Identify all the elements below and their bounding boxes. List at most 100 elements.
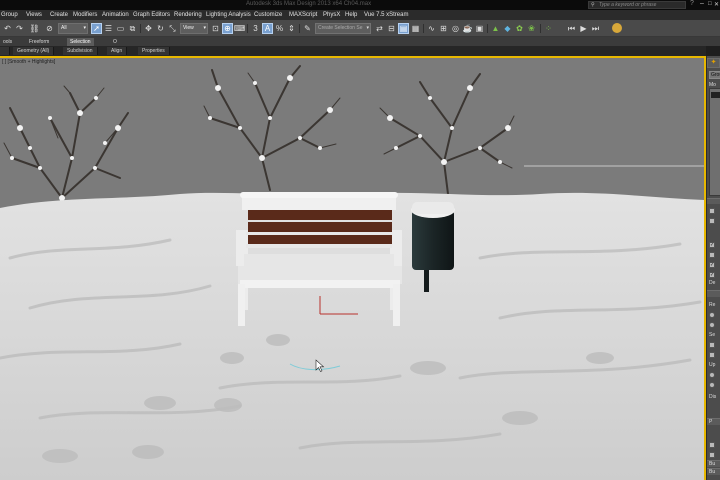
vue-xstream-icon[interactable]: ▲ — [490, 23, 501, 34]
panel-subdivision[interactable]: Subdivision — [63, 47, 98, 55]
reference-coordinate-value: View — [183, 25, 194, 31]
checkbox[interactable]: ✓ — [709, 272, 715, 278]
checkbox[interactable] — [709, 452, 715, 458]
tab-object-paint[interactable]: O — [110, 38, 120, 46]
panel-properties[interactable]: Properties — [138, 47, 170, 55]
unlink-icon[interactable]: ⊘ — [44, 23, 55, 34]
menu-animation[interactable]: Animation — [102, 12, 129, 18]
checkbox[interactable] — [709, 252, 715, 258]
checkbox[interactable] — [709, 442, 715, 448]
named-selection-sets-field[interactable]: Create Selection Se ▾ — [315, 23, 371, 34]
window-crossing-icon[interactable]: ⧉ — [127, 23, 138, 34]
menu-rendering[interactable]: Rendering — [174, 12, 202, 18]
goto-end-icon[interactable]: ⏭ — [590, 23, 601, 34]
select-object-icon[interactable]: ➚ — [91, 23, 102, 34]
select-and-scale-icon[interactable]: ⤡ — [167, 23, 178, 34]
help-icon[interactable]: ? — [690, 0, 694, 7]
menu-maxscript[interactable]: MAXScript — [289, 12, 317, 18]
keyboard-shortcut-toggle-icon[interactable]: ⌨ — [234, 23, 246, 34]
rollup-header-bu-2[interactable]: Bu — [707, 468, 720, 475]
ribbon-panel-stub — [0, 47, 10, 55]
rendered-frame-window-icon[interactable]: ▣ — [474, 23, 485, 34]
spinner-snap-toggle-icon[interactable]: ⇕ — [286, 23, 297, 34]
pivot-center-icon[interactable]: ⊡ — [210, 23, 221, 34]
checkbox[interactable]: ✓ — [709, 242, 715, 248]
menu-create[interactable]: Create — [50, 12, 68, 18]
render-setup-icon[interactable]: ☕ — [462, 23, 473, 34]
rollup-label-re: Re — [709, 302, 716, 308]
edit-named-selection-icon[interactable]: ✎ — [302, 23, 313, 34]
rollup-header-p[interactable]: P — [707, 418, 720, 425]
reference-coordinate-dropdown[interactable]: View ▾ — [180, 23, 208, 34]
schematic-view-icon[interactable]: ⊞ — [438, 23, 449, 34]
ribbon-panel: Geometry (All) Subdivision Align Propert… — [0, 46, 706, 56]
checkbox[interactable] — [709, 352, 715, 358]
select-and-manipulate-icon[interactable]: ⊕ — [222, 23, 233, 34]
modifier-stack-list[interactable] — [709, 88, 720, 196]
minimize-button[interactable]: – — [700, 0, 704, 7]
list-item[interactable] — [711, 92, 720, 98]
radio-button[interactable] — [709, 322, 715, 328]
redo-icon[interactable]: ↷ — [14, 23, 25, 34]
checkbox[interactable]: ✓ — [709, 262, 715, 268]
align-icon[interactable]: ⊟ — [386, 23, 397, 34]
object-name-field[interactable]: Grou — [709, 71, 720, 79]
radio-button[interactable] — [709, 312, 715, 318]
tab-tools[interactable]: ools — [0, 38, 15, 46]
undo-icon[interactable]: ↶ — [2, 23, 13, 34]
menu-graph-editors[interactable]: Graph Editors — [133, 12, 170, 18]
selection-filter-dropdown[interactable]: All ▾ — [58, 23, 88, 34]
rect-selection-region-icon[interactable]: ▭ — [115, 23, 126, 34]
menu-lighting-analysis[interactable]: Lighting Analysis — [206, 12, 251, 18]
maximize-button[interactable]: □ — [708, 1, 712, 7]
tab-selection[interactable]: Selection — [67, 38, 94, 46]
tab-freeform[interactable]: Freeform — [26, 38, 52, 46]
panel-geometry-all[interactable]: Geometry (All) — [13, 47, 55, 55]
checkbox[interactable] — [709, 208, 715, 214]
graphite-ribbon-icon[interactable]: ▦ — [410, 23, 421, 34]
material-editor-icon[interactable]: ◎ — [450, 23, 461, 34]
select-and-rotate-icon[interactable]: ↻ — [155, 23, 166, 34]
percent-snap-toggle-icon[interactable]: % — [274, 23, 285, 34]
menu-customize[interactable]: Customize — [254, 12, 282, 18]
vue-environment-icon[interactable]: ◆ — [502, 23, 513, 34]
chevron-down-icon: ▾ — [366, 25, 369, 31]
vue-atmosphere-icon[interactable]: ❀ — [526, 23, 537, 34]
menu-modifiers[interactable]: Modifiers — [73, 12, 97, 18]
toolbar-divider — [487, 24, 488, 33]
vue-plant-icon[interactable]: ✿ — [514, 23, 525, 34]
command-panel-tab-icon[interactable]: ✦ — [707, 58, 720, 68]
close-button[interactable]: ✕ — [714, 1, 719, 8]
snaps-toggle-icon[interactable]: 3 — [250, 23, 261, 34]
tree-center — [203, 65, 341, 191]
select-by-name-icon[interactable]: ☰ — [103, 23, 114, 34]
menu-group[interactable]: Group — [1, 12, 18, 18]
select-and-move-icon[interactable]: ✥ — [143, 23, 154, 34]
mirror-icon[interactable]: ⇄ — [374, 23, 385, 34]
menu-views[interactable]: Views — [26, 12, 42, 18]
angle-snap-toggle-icon[interactable]: A — [262, 23, 273, 34]
rollup-header-bu[interactable]: Bu — [707, 460, 720, 467]
keyword-search-input[interactable]: ⚲ Type a keyword or phrase — [588, 1, 686, 9]
viewport-label[interactable]: [ ] [Smooth + Highlights] — [2, 59, 55, 65]
layer-manager-icon[interactable]: ▤ — [398, 23, 409, 34]
menu-help[interactable]: Help — [345, 12, 357, 18]
link-icon[interactable]: ⛓ — [29, 23, 40, 34]
vue-logo-icon[interactable] — [612, 23, 622, 33]
radio-button[interactable] — [709, 382, 715, 388]
perspective-viewport[interactable]: [ ] [Smooth + Highlights] — [0, 56, 706, 480]
goto-start-icon[interactable]: ⏮ — [566, 23, 577, 34]
panel-align[interactable]: Align — [107, 47, 128, 55]
checkbox[interactable] — [709, 342, 715, 348]
menu-vue-xstream[interactable]: Vue 7.5 xStream — [364, 12, 408, 18]
play-icon[interactable]: ▶ — [578, 23, 589, 34]
chevron-down-icon: ▾ — [83, 25, 86, 31]
menu-physx[interactable]: PhysX — [323, 12, 340, 18]
curve-editor-icon[interactable]: ∿ — [426, 23, 437, 34]
command-panel: ✦ Grou Mo ✓ ✓ ✓ De Re Se Up Dis P Bu Bu — [706, 56, 720, 480]
vue-grid-icon[interactable]: ⁘ — [543, 23, 554, 34]
checkbox[interactable] — [709, 218, 715, 224]
viewport-scene — [0, 65, 704, 480]
percent-snap-label: % — [275, 23, 284, 33]
radio-button[interactable] — [709, 372, 715, 378]
